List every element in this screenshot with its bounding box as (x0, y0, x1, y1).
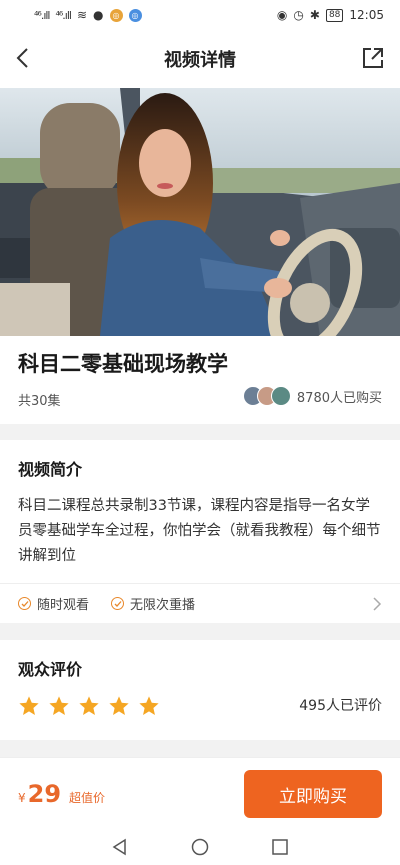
course-info: 科目二零基础现场教学 共30集 8780人已购买 (0, 336, 400, 424)
eye-icon: ◉ (276, 8, 288, 22)
system-nav-bar (0, 829, 400, 865)
video-thumbnail (0, 88, 400, 336)
chevron-right-icon[interactable] (372, 596, 382, 612)
check-circle-icon (111, 597, 125, 610)
price: ¥ 29 超值价 (18, 780, 105, 808)
app-badge-icon: ◎ (109, 8, 123, 22)
feature-label: 无限次重播 (130, 598, 196, 613)
star-rating (18, 695, 160, 717)
alarm-icon: ◷ (293, 8, 304, 22)
status-right: ◉ ◷ ✱ 88 12:05 (277, 8, 384, 22)
video-player[interactable] (0, 88, 400, 336)
currency-symbol: ¥ (18, 790, 26, 805)
intro-title: 视频简介 (18, 460, 83, 479)
purchase-bar: ¥ 29 超值价 立即购买 (0, 757, 400, 829)
star-icon (109, 696, 129, 715)
check-circle-icon (18, 597, 31, 610)
bluetooth-icon: ✱ (309, 8, 320, 22)
avatar (270, 386, 291, 406)
nav-bar: 视频详情 (0, 30, 400, 88)
wifi-icon: ≋ (76, 8, 88, 22)
star-icon (139, 696, 159, 715)
episode-count: 共30集 (18, 394, 61, 409)
star-icon (79, 696, 99, 715)
feature-item: 随时观看 (18, 594, 89, 613)
feature-item: 无限次重播 (111, 594, 195, 613)
signal-icon: ⁴⁶.ıll (34, 8, 51, 22)
share-icon[interactable] (362, 47, 384, 69)
signal-icon-2: ⁴⁶.ıll (55, 8, 72, 22)
clock: 12:05 (349, 8, 384, 22)
star-icon (49, 696, 69, 715)
course-title: 科目二零基础现场教学 (18, 352, 228, 376)
review-count: 495人已评价 (299, 698, 382, 714)
chevron-left-icon[interactable] (12, 46, 36, 70)
recent-square-icon[interactable] (271, 838, 289, 856)
reviews-title: 观众评价 (18, 660, 83, 679)
home-circle-icon[interactable] (191, 838, 209, 856)
audience-reviews[interactable]: 观众评价 495人已评价 (0, 640, 400, 740)
app-badge-icon-2: ◎ (128, 8, 142, 22)
star-icon (19, 696, 39, 715)
video-intro: 视频简介 科目二课程总共录制33节课，课程内容是指导一名女学员零基础学车全过程，… (0, 440, 400, 623)
battery-icon: 88 (325, 8, 344, 22)
feature-label: 随时观看 (37, 598, 90, 613)
price-tag: 超值价 (69, 790, 106, 805)
buy-now-button[interactable]: 立即购买 (244, 770, 382, 818)
page-title: 视频详情 (164, 50, 236, 71)
status-bar: ⁴⁶.ıll ⁴⁶.ıll ≋ ● ◎ ◎ ◉ ◷ ✱ 88 12:05 (0, 0, 400, 30)
buyer-count: 8780人已购买 (296, 390, 382, 406)
notification-icon: ● (93, 8, 104, 22)
buyer-avatars (242, 386, 291, 406)
buyers: 8780人已购买 (242, 386, 382, 406)
price-value: 29 (27, 779, 62, 808)
status-left: ⁴⁶.ıll ⁴⁶.ıll ≋ ● ◎ ◎ (34, 8, 142, 22)
back-triangle-icon[interactable] (111, 838, 129, 856)
intro-text: 科目二课程总共录制33节课，课程内容是指导一名女学员零基础学车全过程，你怕学会（… (18, 498, 381, 564)
features-row[interactable]: 随时观看 无限次重播 (0, 583, 400, 623)
